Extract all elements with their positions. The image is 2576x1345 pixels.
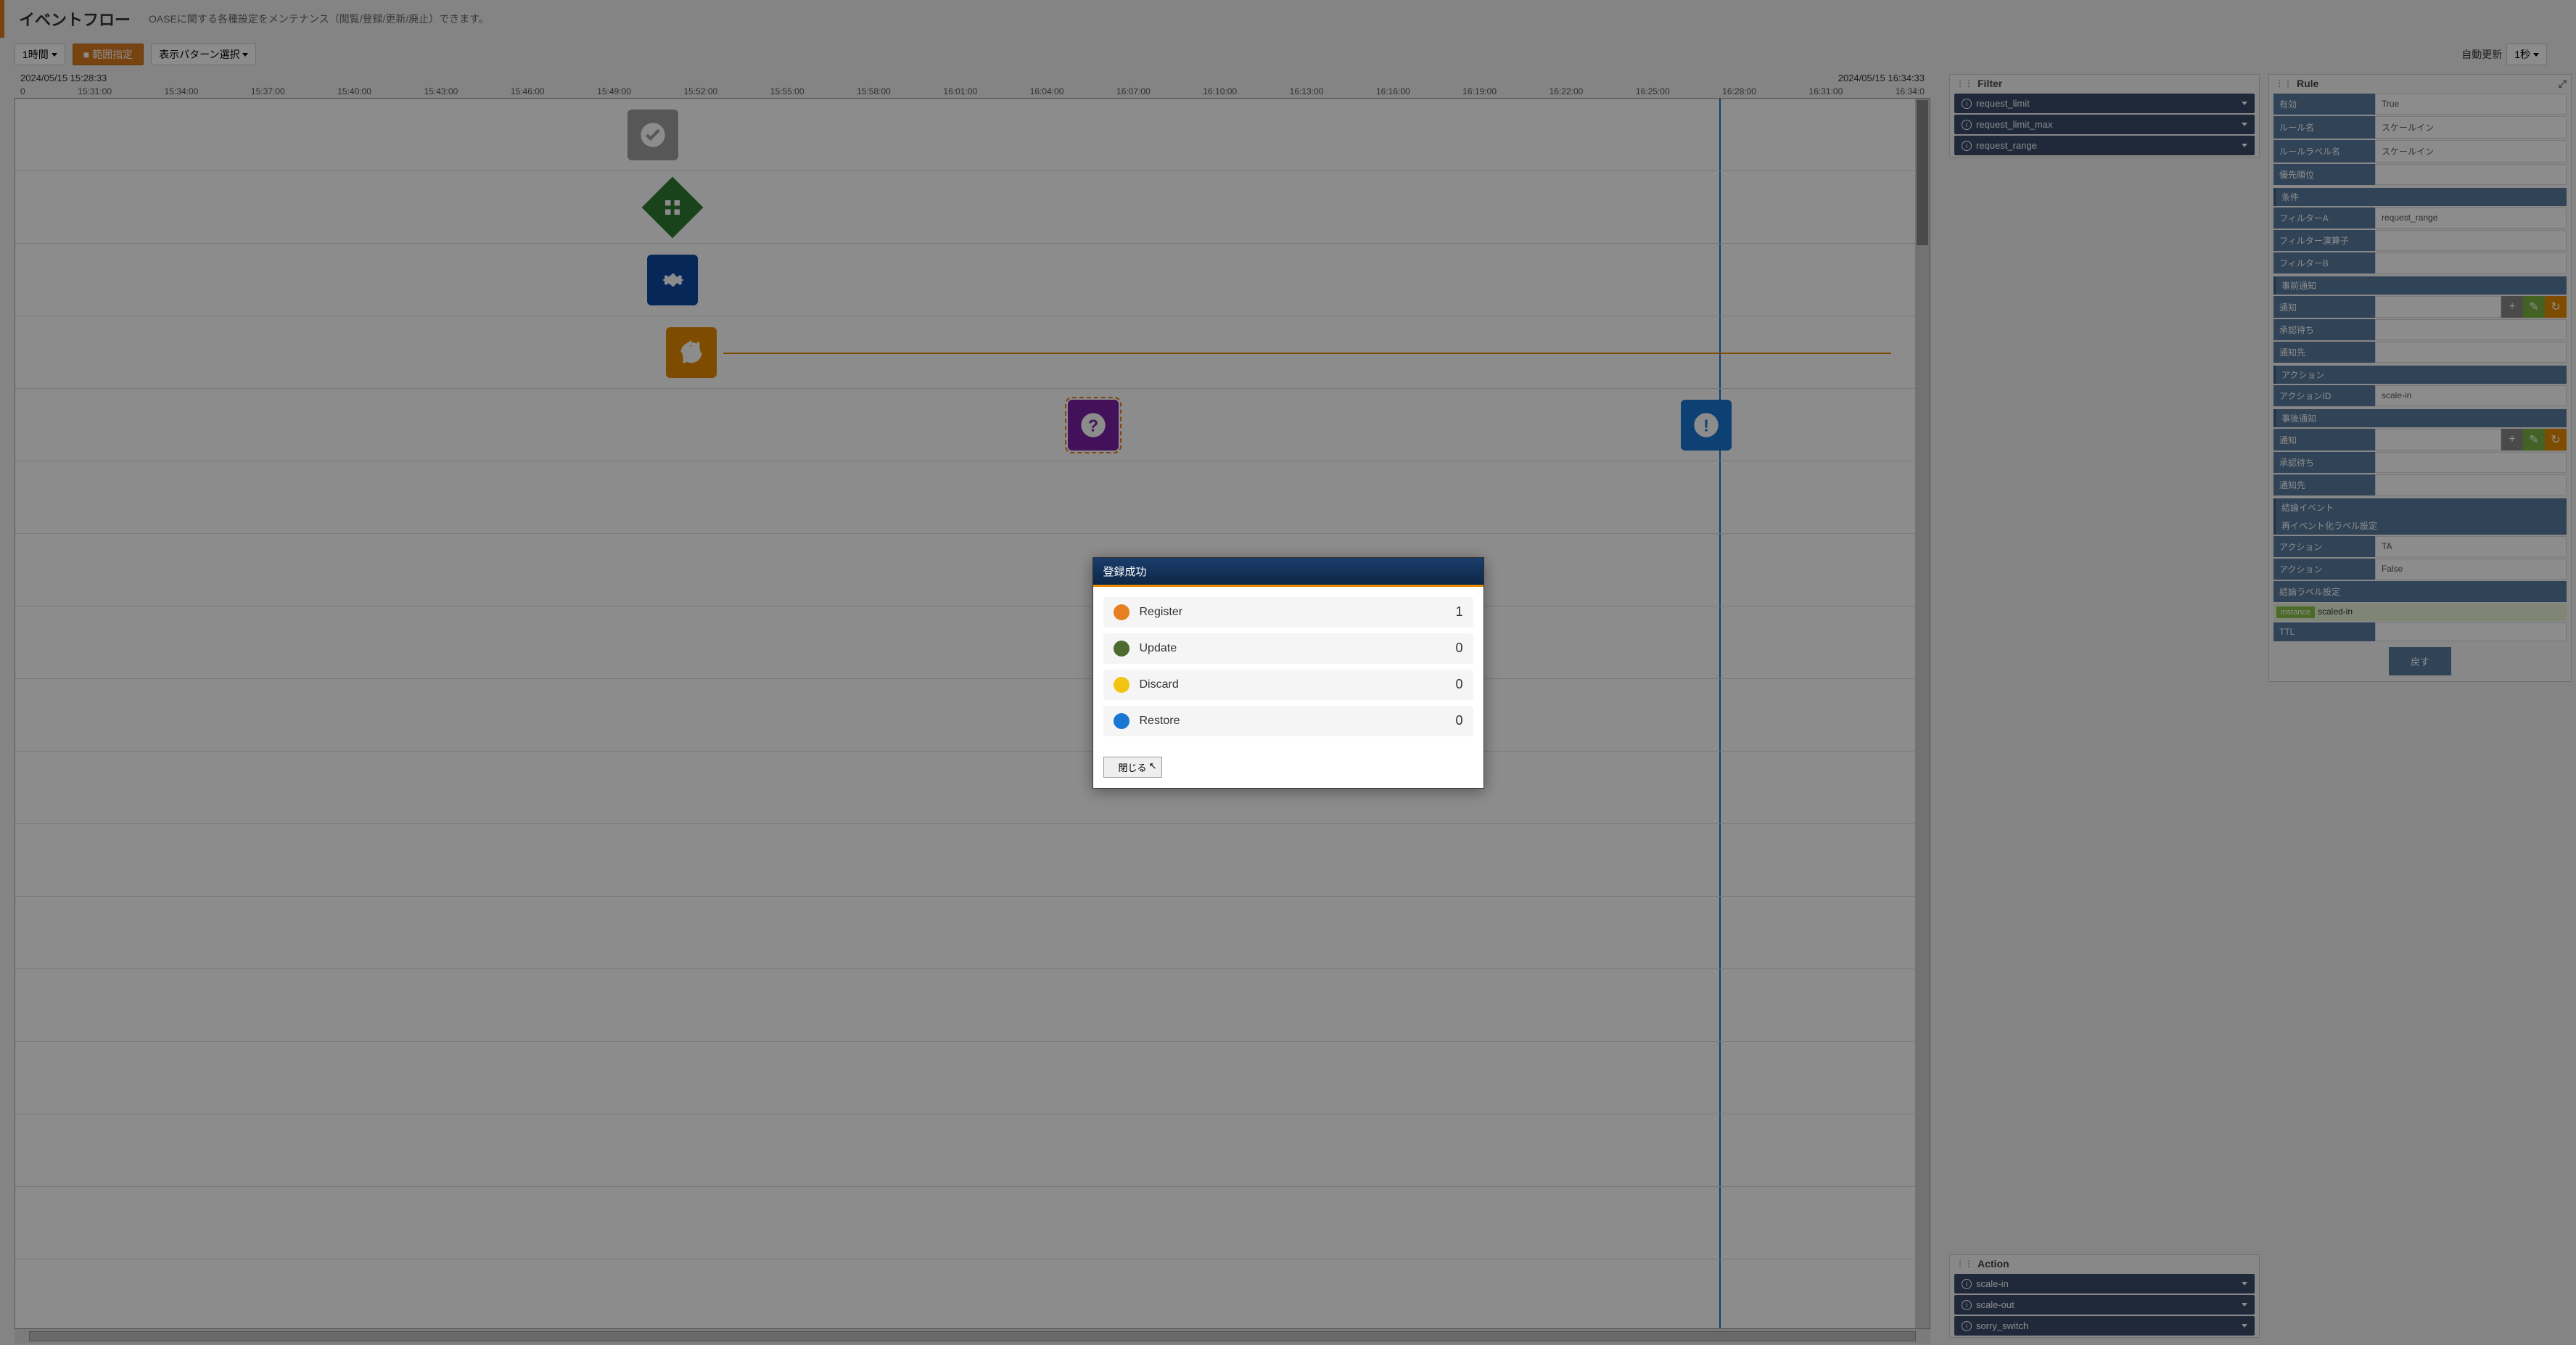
- modal-overlay: 登録成功 Register 1 Update 0 Discard 0 Restore 0 閉じ…: [0, 0, 2576, 1345]
- modal-title: 登録成功: [1093, 558, 1484, 587]
- result-row: Restore 0: [1103, 706, 1473, 736]
- result-value: 0: [1455, 641, 1462, 656]
- status-dot: [1114, 604, 1129, 620]
- result-row: Discard 0: [1103, 670, 1473, 700]
- result-label: Discard: [1140, 678, 1179, 691]
- result-value: 0: [1455, 713, 1462, 728]
- status-dot: [1114, 713, 1129, 729]
- result-value: 1: [1455, 604, 1462, 620]
- result-label: Update: [1140, 642, 1177, 655]
- status-dot: [1114, 641, 1129, 657]
- success-modal: 登録成功 Register 1 Update 0 Discard 0 Restore 0 閉じ…: [1092, 557, 1484, 789]
- result-row: Update 0: [1103, 633, 1473, 664]
- close-button[interactable]: 閉じる↖: [1103, 757, 1162, 778]
- cursor-icon: ↖: [1149, 760, 1157, 772]
- result-label: Restore: [1140, 715, 1180, 728]
- result-row: Register 1: [1103, 597, 1473, 628]
- result-label: Register: [1140, 606, 1183, 619]
- result-value: 0: [1455, 677, 1462, 692]
- status-dot: [1114, 677, 1129, 693]
